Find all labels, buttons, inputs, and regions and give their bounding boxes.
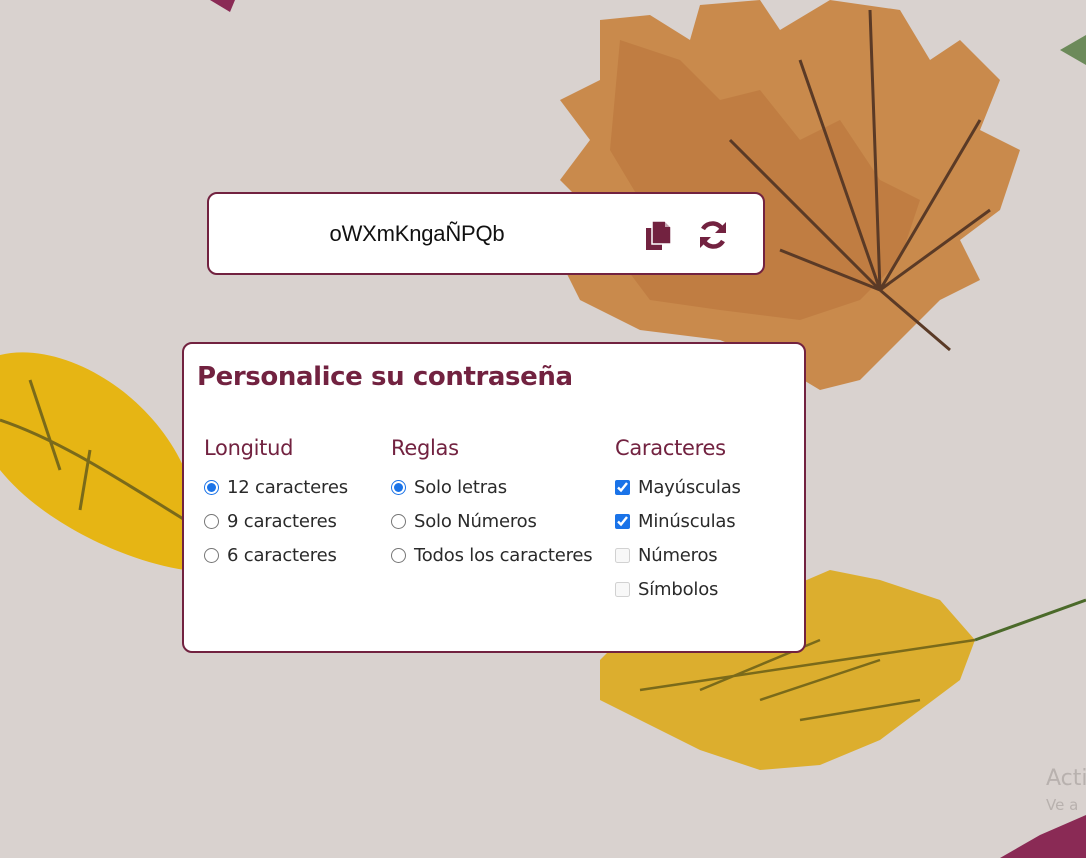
rules-option-letters[interactable]: Solo letras	[391, 470, 592, 504]
characters-option-numbers: Números	[615, 538, 741, 572]
rules-radio-all[interactable]	[391, 547, 406, 563]
rules-option-label: Solo Números	[414, 510, 537, 532]
numbers-checkbox	[615, 547, 630, 563]
green-leaf-right	[1060, 35, 1086, 65]
refresh-icon	[700, 221, 726, 249]
copy-button[interactable]	[640, 218, 674, 252]
purple-leaf-bottom	[1000, 815, 1086, 858]
length-option-9[interactable]: 9 caracteres	[204, 504, 348, 538]
rules-group: Reglas Solo letras Solo Números Todos lo…	[391, 436, 593, 572]
length-option-label: 12 caracteres	[227, 476, 348, 498]
characters-option-label: Minúsculas	[638, 510, 736, 532]
customize-title: Personalice su contraseña	[197, 362, 573, 392]
characters-option-uppercase[interactable]: Mayúsculas	[615, 470, 741, 504]
lowercase-checkbox[interactable]	[615, 513, 630, 529]
watermark-line-1: Acti	[1046, 766, 1086, 791]
watermark-line-2: Ve a	[1046, 796, 1079, 814]
rules-option-label: Solo letras	[414, 476, 507, 498]
purple-leaf-top	[210, 0, 235, 12]
characters-option-label: Mayúsculas	[638, 476, 741, 498]
length-radio-12[interactable]	[204, 479, 219, 495]
characters-option-symbols: Símbolos	[615, 572, 741, 606]
length-heading: Longitud	[204, 436, 294, 460]
characters-heading: Caracteres	[615, 436, 726, 460]
length-radio-6[interactable]	[204, 547, 219, 563]
characters-option-lowercase[interactable]: Minúsculas	[615, 504, 741, 538]
refresh-button[interactable]	[696, 218, 730, 252]
rules-option-numbers[interactable]: Solo Números	[391, 504, 592, 538]
copy-icon	[646, 220, 672, 250]
rules-option-all[interactable]: Todos los caracteres	[391, 538, 593, 572]
uppercase-checkbox[interactable]	[615, 479, 630, 495]
characters-option-label: Símbolos	[638, 578, 719, 600]
activation-watermark: Acti Ve a	[1046, 768, 1086, 813]
customize-panel: Personalice su contraseña Longitud 12 ca…	[182, 342, 806, 653]
rules-heading: Reglas	[391, 436, 459, 460]
generated-password: oWXmKngaÑPQb	[329, 221, 505, 246]
length-option-12[interactable]: 12 caracteres	[204, 470, 348, 504]
characters-group: Caracteres Mayúsculas Minúsculas Números…	[615, 436, 741, 606]
characters-option-label: Números	[638, 544, 718, 566]
password-display: oWXmKngaÑPQb	[207, 192, 765, 275]
rules-radio-letters[interactable]	[391, 479, 406, 495]
length-option-label: 9 caracteres	[227, 510, 337, 532]
length-option-label: 6 caracteres	[227, 544, 337, 566]
length-group: Longitud 12 caracteres 9 caracteres 6 ca…	[204, 436, 348, 572]
rules-radio-numbers[interactable]	[391, 513, 406, 529]
length-option-6[interactable]: 6 caracteres	[204, 538, 348, 572]
yellow-leaf-left	[0, 352, 186, 570]
length-radio-9[interactable]	[204, 513, 219, 529]
symbols-checkbox	[615, 581, 630, 597]
rules-option-label: Todos los caracteres	[414, 544, 593, 566]
